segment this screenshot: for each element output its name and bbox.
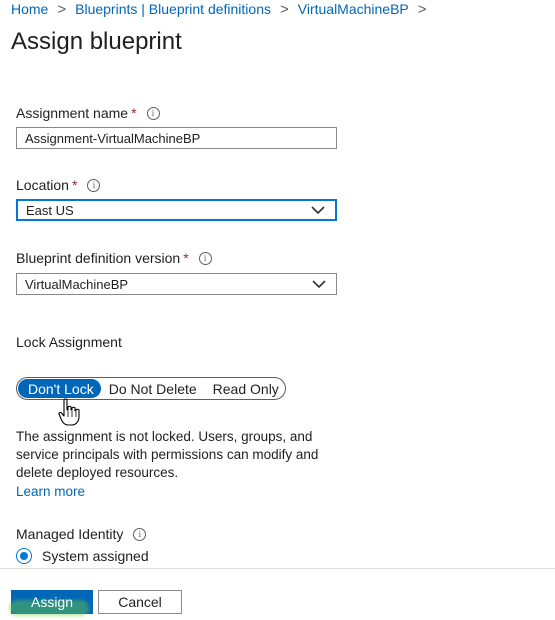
footer-divider bbox=[0, 568, 555, 569]
location-label-text: Location bbox=[16, 177, 69, 193]
system-assigned-radio-option[interactable]: System assigned bbox=[16, 548, 149, 564]
managed-identity-label-text: Managed Identity bbox=[16, 526, 124, 542]
chevron-down-icon bbox=[311, 206, 325, 215]
required-mark: * bbox=[71, 177, 78, 193]
assignment-name-input[interactable]: Assignment-VirtualMachineBP bbox=[16, 127, 337, 149]
hand-pointer-icon bbox=[58, 398, 80, 426]
blueprint-version-dropdown[interactable]: VirtualMachineBP bbox=[16, 273, 337, 295]
lock-option-do-not-delete[interactable]: Do Not Delete bbox=[101, 379, 205, 398]
assignment-name-label-text: Assignment name bbox=[16, 105, 129, 121]
breadcrumb-separator: > bbox=[279, 0, 289, 18]
learn-more-link[interactable]: Learn more bbox=[16, 484, 85, 499]
required-mark: * bbox=[131, 105, 137, 121]
breadcrumb-blueprints-link[interactable]: Blueprints | Blueprint definitions bbox=[75, 1, 271, 17]
cancel-button[interactable]: Cancel bbox=[98, 590, 182, 614]
system-assigned-label: System assigned bbox=[42, 548, 149, 564]
assign-button-label: Assign bbox=[30, 594, 74, 610]
assignment-name-value: Assignment-VirtualMachineBP bbox=[25, 130, 201, 146]
managed-identity-label: Managed Identity i bbox=[16, 526, 147, 542]
breadcrumb-home-link[interactable]: Home bbox=[11, 1, 48, 17]
blueprint-version-label: Blueprint definition version * i bbox=[16, 250, 212, 266]
breadcrumb-separator: > bbox=[57, 0, 67, 18]
info-icon[interactable]: i bbox=[133, 527, 147, 541]
assign-button[interactable]: Assign bbox=[11, 590, 93, 614]
info-icon[interactable]: i bbox=[146, 106, 160, 120]
radio-button-selected[interactable] bbox=[16, 548, 32, 564]
info-icon[interactable]: i bbox=[87, 178, 101, 192]
blueprint-version-label-text: Blueprint definition version bbox=[16, 250, 181, 266]
breadcrumb: Home > Blueprints | Blueprint definition… bbox=[11, 0, 436, 18]
lock-assignment-label: Lock Assignment bbox=[16, 334, 122, 350]
lock-description: The assignment is not locked. Users, gro… bbox=[16, 429, 319, 480]
location-label: Location * i bbox=[16, 177, 101, 193]
required-mark: * bbox=[183, 250, 189, 266]
lock-assignment-pivot: Don't Lock Do Not Delete Read Only bbox=[16, 377, 286, 400]
chevron-down-icon bbox=[312, 280, 326, 289]
location-dropdown[interactable]: East US bbox=[16, 199, 337, 221]
assignment-name-label: Assignment name * i bbox=[16, 105, 160, 121]
breadcrumb-blueprint-link[interactable]: VirtualMachineBP bbox=[298, 1, 409, 17]
info-icon[interactable]: i bbox=[198, 251, 212, 265]
lock-option-read-only[interactable]: Read Only bbox=[205, 379, 287, 398]
breadcrumb-separator: > bbox=[417, 0, 427, 18]
location-value: East US bbox=[26, 202, 74, 218]
blueprint-version-value: VirtualMachineBP bbox=[25, 276, 129, 292]
lock-option-dont-lock[interactable]: Don't Lock bbox=[18, 379, 101, 398]
page-title: Assign blueprint bbox=[11, 28, 182, 55]
